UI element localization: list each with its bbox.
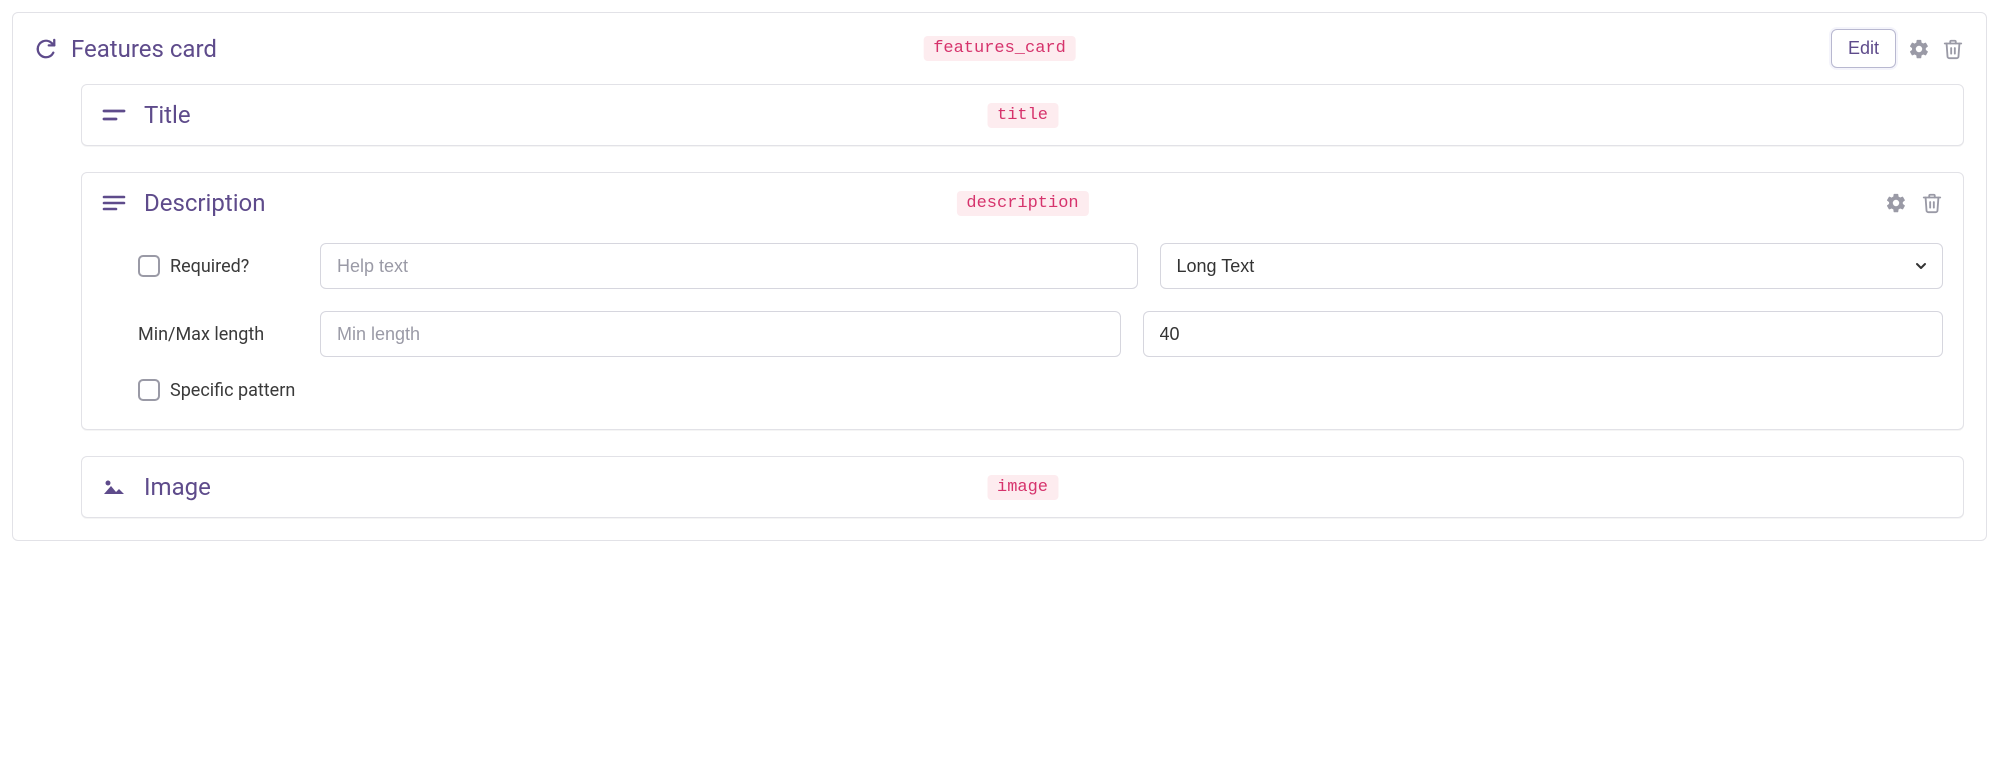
- edit-button[interactable]: Edit: [1831, 29, 1896, 68]
- field-header-title: Title title: [82, 85, 1963, 145]
- max-length-input[interactable]: [1143, 311, 1944, 357]
- field-title-code: title: [987, 103, 1058, 128]
- required-label: Required?: [170, 256, 249, 277]
- required-label-col: Required?: [138, 255, 298, 277]
- form-row-required: Required? Long Text: [138, 243, 1943, 289]
- specific-pattern-label: Specific pattern: [170, 380, 295, 401]
- specific-pattern-checkbox[interactable]: [138, 379, 160, 401]
- field-header-description: Description description: [82, 173, 1963, 233]
- minmax-label-col: Min/Max length: [138, 324, 298, 345]
- required-checkbox[interactable]: [138, 255, 160, 277]
- gear-icon[interactable]: [1885, 192, 1907, 214]
- field-title-label: Title: [144, 101, 191, 129]
- field-header-image: Image image: [82, 457, 1963, 517]
- field-row-image[interactable]: Image image: [81, 456, 1964, 518]
- card-code-badge: features_card: [923, 36, 1076, 61]
- type-select[interactable]: Long Text: [1160, 243, 1944, 289]
- field-row-title[interactable]: Title title: [81, 84, 1964, 146]
- field-row-description: Description description: [81, 172, 1964, 430]
- card-title: Features card: [71, 35, 217, 63]
- field-description-code: description: [956, 191, 1088, 216]
- trash-icon[interactable]: [1921, 192, 1943, 214]
- card-header-actions: Edit: [1831, 29, 1964, 68]
- pattern-label-col: Specific pattern: [138, 379, 295, 401]
- trash-icon[interactable]: [1942, 38, 1964, 60]
- min-length-input[interactable]: [320, 311, 1121, 357]
- field-image-label: Image: [144, 473, 211, 501]
- short-text-icon: [102, 105, 126, 125]
- fields-container: Title title Description description: [13, 84, 1986, 540]
- long-text-icon: [102, 193, 126, 213]
- form-row-minmax: Min/Max length: [138, 311, 1943, 357]
- card-header: Features card features_card Edit: [13, 13, 1986, 84]
- minmax-label: Min/Max length: [138, 324, 264, 345]
- gear-icon[interactable]: [1908, 38, 1930, 60]
- form-row-pattern: Specific pattern: [138, 379, 1943, 401]
- type-select-wrap: Long Text: [1160, 243, 1944, 289]
- field-description-label: Description: [144, 189, 266, 217]
- field-description-body: Required? Long Text Min/Max length: [82, 233, 1963, 429]
- features-card-panel: Features card features_card Edit: [12, 12, 1987, 541]
- image-icon: [102, 477, 126, 497]
- field-image-code: image: [987, 475, 1058, 500]
- field-description-actions: [1885, 192, 1943, 214]
- refresh-icon: [35, 38, 57, 60]
- help-text-input[interactable]: [320, 243, 1138, 289]
